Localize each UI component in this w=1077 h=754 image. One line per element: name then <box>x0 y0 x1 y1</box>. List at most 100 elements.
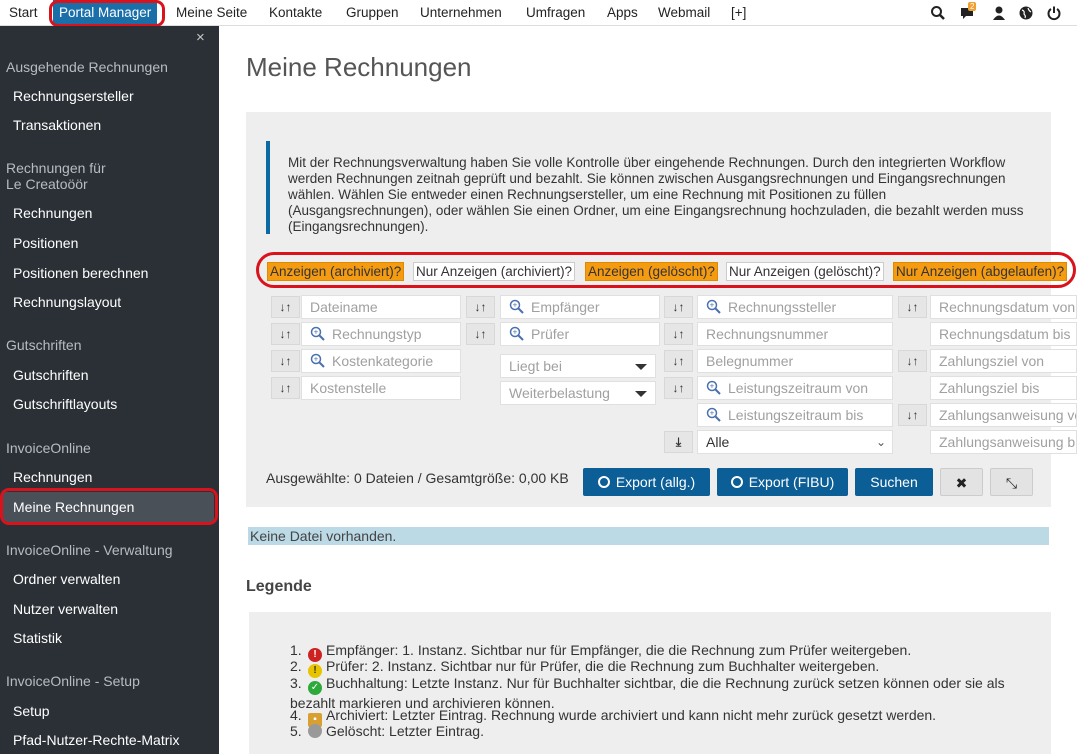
sidebar-item-statistik[interactable]: Statistik <box>13 629 62 647</box>
nav-apps[interactable]: Apps <box>607 0 638 25</box>
magnifier-icon: + <box>310 353 326 369</box>
sort-icon[interactable]: ↓↑ <box>466 323 495 345</box>
sidebar-section-title: Ausgehende Rechnungen <box>6 59 168 75</box>
nav-unternehmen[interactable]: Unternehmen <box>420 0 502 25</box>
nav-add[interactable]: [+] <box>731 0 746 25</box>
sidebar-item-rechnungsersteller[interactable]: Rechnungsersteller <box>13 87 134 105</box>
dateiname-input[interactable]: Dateiname <box>301 295 461 319</box>
leistungszeitraum-von-input[interactable]: + Leistungszeitraum von <box>697 376 893 400</box>
sidebar-item-pfad-nutzer-rechte-matrix[interactable]: Pfad-Nutzer-Rechte-Matrix <box>13 731 180 749</box>
sidebar-section-title: Rechnungen für <box>6 160 106 176</box>
sidebar-item-ordner-verwalten[interactable]: Ordner verwalten <box>13 570 120 588</box>
sidebar-item-rechnungslayout[interactable]: Rechnungslayout <box>13 293 121 311</box>
svg-text:+: + <box>710 382 715 391</box>
sidebar-item-positionen[interactable]: Positionen <box>13 234 78 252</box>
sidebar: × Ausgehende Rechnungen Rechnungserstell… <box>0 26 219 754</box>
pruefer-input[interactable]: + Prüfer <box>500 322 660 346</box>
arrow-circle-icon <box>730 476 743 488</box>
sort-icon[interactable]: ↓↑ <box>271 323 300 345</box>
belegnummer-input[interactable]: Belegnummer <box>697 349 893 373</box>
liegt-bei-select[interactable]: Liegt bei <box>500 354 656 378</box>
svg-text:+: + <box>710 301 715 310</box>
sidebar-item-invoiceonline-rechnungen[interactable]: Rechnungen <box>13 468 92 486</box>
export-allg-button[interactable]: Export (allg.) <box>583 468 710 496</box>
chat-icon[interactable]: 2 <box>960 2 977 21</box>
kostenstelle-input[interactable]: Kostenstelle <box>301 376 461 400</box>
page-title: Meine Rechnungen <box>246 52 472 82</box>
close-icon[interactable]: × <box>196 29 205 46</box>
legend-title: Legende <box>246 578 312 595</box>
magnifier-icon: + <box>310 326 326 342</box>
sort-icon[interactable]: ↓↑ <box>664 296 693 318</box>
zahlungsanweisung-bis-input[interactable]: Zahlungsanweisung bis <box>930 430 1077 454</box>
collapse-button[interactable]: ⤡ <box>990 468 1033 496</box>
zahlungsziel-bis-input[interactable]: Zahlungsziel bis <box>930 376 1077 400</box>
rechnungsdatum-von-input[interactable]: Rechnungsdatum von <box>930 295 1077 319</box>
svg-text:+: + <box>513 328 518 337</box>
filter-only-expired[interactable]: Nur Anzeigen (abgelaufen)? <box>893 262 1068 281</box>
rechnungstyp-input[interactable]: + Rechnungstyp <box>301 322 461 346</box>
rechnungssteller-input[interactable]: + Rechnungssteller <box>697 295 893 319</box>
svg-text:+: + <box>314 328 319 337</box>
sort-icon[interactable]: ↓↑ <box>664 350 693 372</box>
download-icon[interactable]: ⤓ <box>664 431 693 453</box>
top-navigation: Start Portal Manager Meine Seite Kontakt… <box>0 0 1077 26</box>
magnifier-icon: + <box>509 326 525 342</box>
sort-icon[interactable]: ↓↑ <box>898 404 927 426</box>
alle-select[interactable]: Alle ⌄ <box>697 430 893 454</box>
sort-icon[interactable]: ↓↑ <box>898 350 927 372</box>
sort-icon[interactable]: ↓↑ <box>898 296 927 318</box>
sort-icon[interactable]: ↓↑ <box>664 377 693 399</box>
chevron-down-icon: ⌄ <box>875 435 886 449</box>
sort-icon[interactable]: ↓↑ <box>271 296 300 318</box>
zahlungsziel-von-input[interactable]: Zahlungsziel von <box>930 349 1077 373</box>
power-icon[interactable] <box>1046 5 1062 21</box>
filter-show-deleted[interactable]: Anzeigen (gelöscht)? <box>585 262 718 281</box>
export-fibu-button[interactable]: Export (FIBU) <box>717 468 848 496</box>
sort-icon[interactable]: ↓↑ <box>466 296 495 318</box>
filter-only-archived[interactable]: Nur Anzeigen (archiviert)? <box>413 262 576 281</box>
rechnungsnummer-input[interactable]: Rechnungsnummer <box>697 322 893 346</box>
nav-meine-seite[interactable]: Meine Seite <box>176 0 247 25</box>
search-icon[interactable] <box>930 5 946 21</box>
sidebar-section-title: InvoiceOnline - Verwaltung <box>6 542 173 558</box>
weiterbelastung-select[interactable]: Weiterbelastung <box>500 381 656 405</box>
leistungszeitraum-bis-input[interactable]: + Leistungszeitraum bis <box>697 403 893 427</box>
sidebar-item-transaktionen[interactable]: Transaktionen <box>13 116 101 134</box>
kostenkategorie-input[interactable]: + Kostenkategorie <box>301 349 461 373</box>
nav-kontakte[interactable]: Kontakte <box>269 0 322 25</box>
sidebar-item-rechnungen[interactable]: Rechnungen <box>13 204 92 222</box>
magnifier-icon: + <box>706 380 722 396</box>
search-button[interactable]: Suchen <box>855 468 933 496</box>
nav-webmail[interactable]: Webmail <box>658 0 710 25</box>
rechnungsdatum-bis-input[interactable]: Rechnungsdatum bis <box>930 322 1077 346</box>
nav-gruppen[interactable]: Gruppen <box>346 0 399 25</box>
legend-item: 3. ✓ Buchhaltung: Letzte Instanz. Nur für … <box>290 675 1005 711</box>
nav-portal-manager[interactable]: Portal Manager <box>53 0 158 25</box>
sidebar-item-setup[interactable]: Setup <box>13 702 50 720</box>
globe-icon[interactable] <box>1018 5 1034 21</box>
sidebar-item-nutzer-verwalten[interactable]: Nutzer verwalten <box>13 600 118 618</box>
zahlungsanweisung-von-input[interactable]: Zahlungsanweisung von <box>930 403 1077 427</box>
clear-button[interactable]: ✖ <box>940 468 983 496</box>
filter-only-deleted[interactable]: Nur Anzeigen (gelöscht)? <box>726 262 884 281</box>
nav-umfragen[interactable]: Umfragen <box>526 0 585 25</box>
user-icon[interactable] <box>991 5 1007 21</box>
sidebar-item-meine-rechnungen[interactable]: Meine Rechnungen <box>13 498 134 516</box>
sidebar-section-title: InvoiceOnline <box>6 440 91 456</box>
nav-start[interactable]: Start <box>9 0 38 25</box>
sidebar-section-title: Gutschriften <box>6 337 82 353</box>
sidebar-item-gutschriftlayouts[interactable]: Gutschriftlayouts <box>13 395 117 413</box>
sort-icon[interactable]: ↓↑ <box>271 350 300 372</box>
info-text: Mit der Rechnungsverwaltung haben Sie vo… <box>266 141 1051 234</box>
svg-text:+: + <box>314 355 319 364</box>
sidebar-item-gutschriften[interactable]: Gutschriften <box>13 366 88 384</box>
filter-show-archived[interactable]: Anzeigen (archiviert)? <box>267 262 405 281</box>
legend-item: 5. Gelöscht: Letzter Eintrag. <box>290 723 484 739</box>
sort-icon[interactable]: ↓↑ <box>664 323 693 345</box>
sort-icon[interactable]: ↓↑ <box>271 377 300 399</box>
sidebar-item-positionen-berechnen[interactable]: Positionen berechnen <box>13 264 148 282</box>
notification-badge: 2 <box>968 2 977 11</box>
deleted-gray-icon <box>308 724 322 738</box>
empfaenger-input[interactable]: + Empfänger <box>500 295 660 319</box>
